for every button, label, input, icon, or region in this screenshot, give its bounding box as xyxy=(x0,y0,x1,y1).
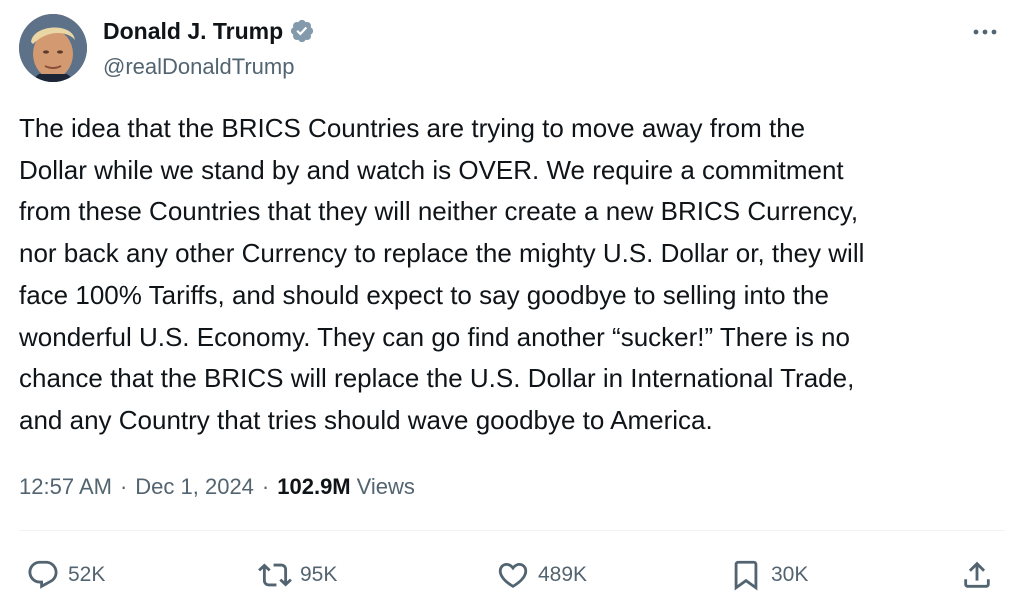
bookmark-count: 30K xyxy=(771,563,809,586)
post-metadata: 12:57 AM · Dec 1, 2024 · 102.9M Views xyxy=(19,472,415,502)
share-icon xyxy=(964,561,990,588)
verified-badge-icon[interactable] xyxy=(289,18,315,44)
reply-button[interactable]: 52K xyxy=(26,552,105,598)
share-button[interactable] xyxy=(960,552,994,598)
avatar[interactable] xyxy=(19,14,87,82)
author-row: Donald J. Trump xyxy=(103,16,315,46)
repost-button[interactable]: 95K xyxy=(258,552,337,598)
views-label[interactable]: Views xyxy=(357,472,415,502)
action-bar: 52K 95K 489K 30K xyxy=(0,552,1024,598)
like-button[interactable]: 489K xyxy=(496,552,587,598)
bookmark-icon xyxy=(734,560,758,591)
more-horizontal-icon[interactable] xyxy=(970,20,1000,44)
reply-count: 52K xyxy=(68,563,106,586)
bookmark-button[interactable]: 30K xyxy=(729,552,808,598)
views-count[interactable]: 102.9M xyxy=(277,472,350,502)
like-count: 489K xyxy=(538,563,588,586)
post-date[interactable]: Dec 1, 2024 xyxy=(135,472,254,502)
meta-separator: · xyxy=(261,474,270,499)
post-text: The idea that the BRICS Countries are tr… xyxy=(19,113,865,435)
post-time[interactable]: 12:57 AM xyxy=(19,472,112,502)
repost-count: 95K xyxy=(300,563,338,586)
author-handle[interactable]: @realDonaldTrump xyxy=(103,52,294,82)
avatar-image xyxy=(19,14,87,82)
heart-icon xyxy=(498,562,528,588)
reply-icon xyxy=(28,560,58,589)
divider xyxy=(19,530,1005,531)
meta-separator: · xyxy=(119,474,128,499)
repost-icon xyxy=(258,563,292,587)
author-name[interactable]: Donald J. Trump xyxy=(103,16,283,46)
